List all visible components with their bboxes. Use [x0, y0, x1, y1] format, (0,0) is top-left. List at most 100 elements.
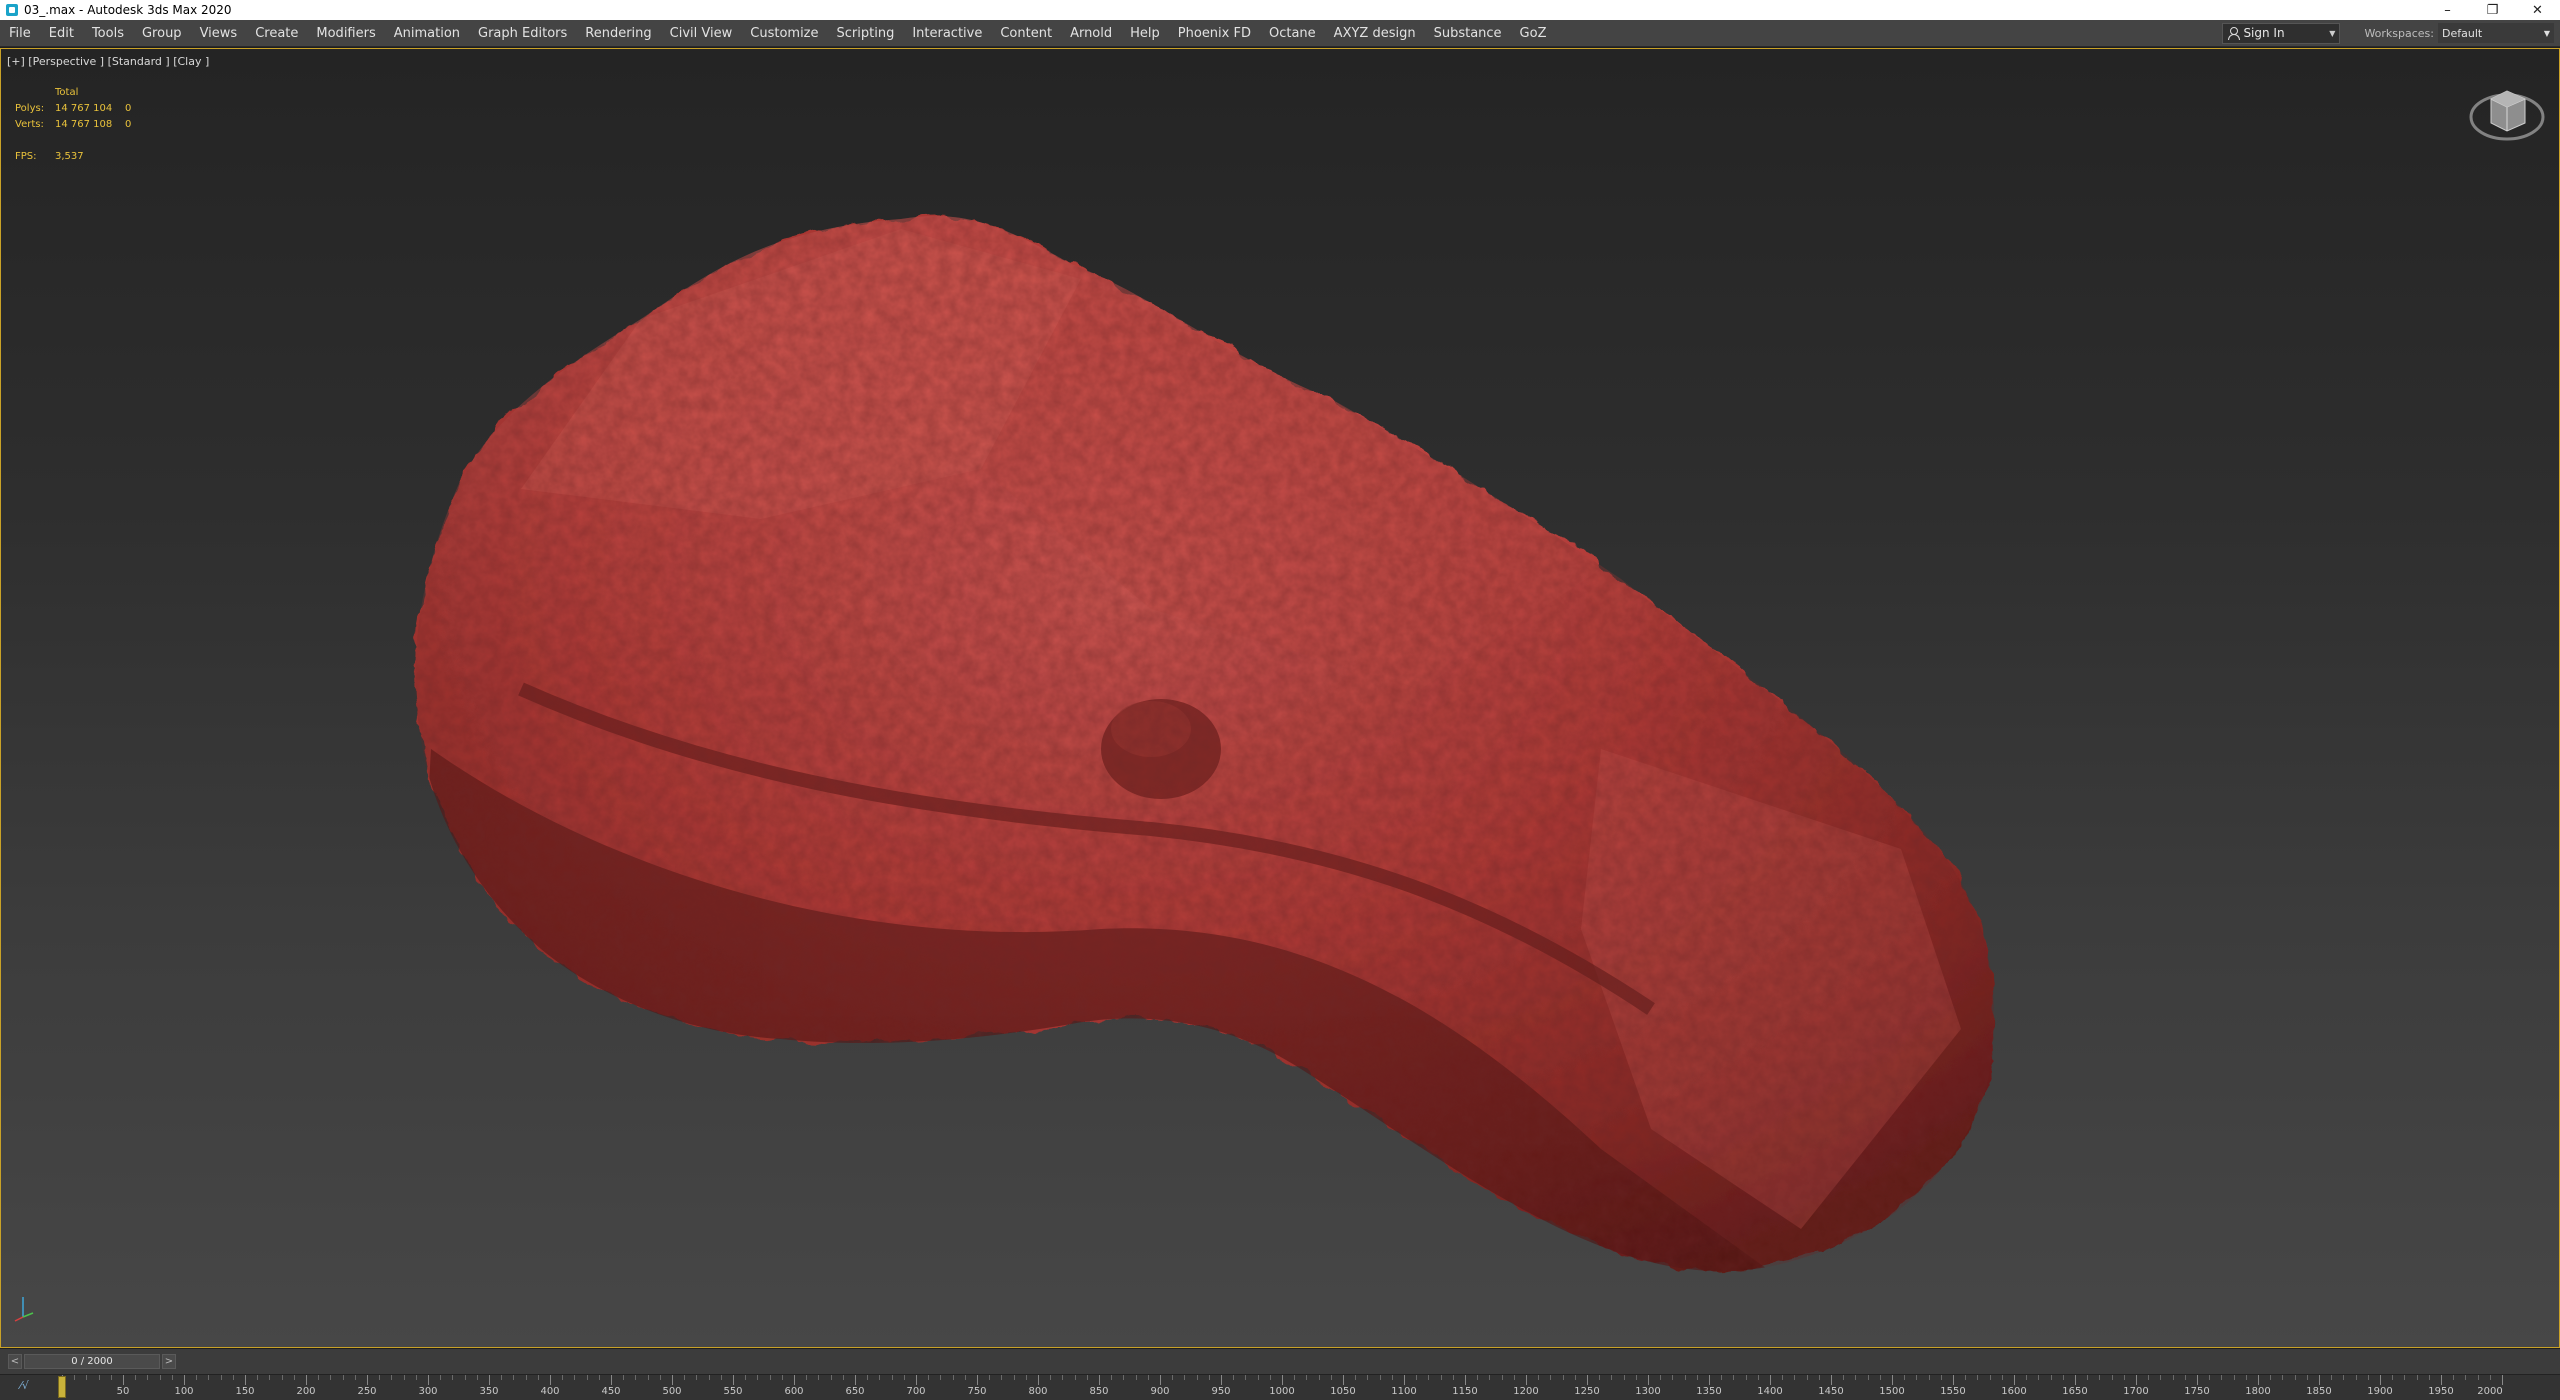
ruler-minor-tick	[526, 1375, 527, 1380]
ruler-minor-tick	[452, 1375, 453, 1380]
time-slider[interactable]: 0 / 2000	[24, 1354, 160, 1369]
ruler-label: 250	[357, 1386, 377, 1397]
window-title: 03_.max - Autodesk 3ds Max 2020	[24, 3, 232, 17]
ruler-minor-tick	[221, 1375, 222, 1380]
menu-customize[interactable]: Customize	[741, 20, 827, 47]
ruler-minor-tick	[2173, 1375, 2174, 1380]
ruler-minor-tick	[623, 1375, 624, 1380]
menu-scripting[interactable]: Scripting	[828, 20, 904, 47]
ruler-minor-tick	[2246, 1375, 2247, 1380]
ruler-minor-tick	[2099, 1375, 2100, 1380]
perspective-viewport[interactable]: [+] [Perspective ] [Standard ] [Clay ] T…	[0, 48, 2560, 1348]
ruler-label: 550	[723, 1386, 743, 1397]
minimize-button[interactable]: –	[2425, 0, 2470, 20]
menu-help[interactable]: Help	[1121, 20, 1169, 47]
menu-create[interactable]: Create	[246, 20, 307, 47]
ruler-minor-tick	[318, 1375, 319, 1380]
ruler-label: 1750	[2184, 1386, 2210, 1397]
ruler-minor-tick	[684, 1375, 685, 1380]
menu-interactive[interactable]: Interactive	[903, 20, 991, 47]
menu-file[interactable]: File	[0, 20, 40, 47]
ruler-minor-tick	[1575, 1375, 1576, 1380]
close-button[interactable]: ✕	[2515, 0, 2560, 20]
ruler-label: 600	[784, 1386, 804, 1397]
menu-axyz-design[interactable]: AXYZ design	[1325, 20, 1425, 47]
workspaces-value: Default	[2442, 26, 2483, 40]
key-filter-icon[interactable]: ⁄√	[20, 1379, 29, 1392]
ruler-major-tick	[550, 1375, 551, 1385]
ruler-minor-tick	[879, 1375, 880, 1380]
menu-goz[interactable]: GoZ	[1511, 20, 1556, 47]
menu-content[interactable]: Content	[991, 20, 1061, 47]
frame-ruler[interactable]: 50 100 150 200 250 300 350 400 450 500 550 600 650 70…	[62, 1375, 2503, 1400]
previous-frame-button[interactable]: <	[8, 1354, 22, 1369]
menu-group[interactable]: Group	[133, 20, 191, 47]
menu-substance[interactable]: Substance	[1425, 20, 1511, 47]
ruler-minor-tick	[2295, 1375, 2296, 1380]
ruler-major-tick	[123, 1375, 124, 1385]
menu-arnold[interactable]: Arnold	[1061, 20, 1121, 47]
ruler-minor-tick	[1782, 1375, 1783, 1380]
track-bar[interactable]: ⁄√ 50 100 150 200 250 300 350 400 450 500 550 600 65…	[0, 1374, 2560, 1400]
ruler-minor-tick	[2221, 1375, 2222, 1380]
ruler-minor-tick	[1819, 1375, 1820, 1380]
ruler-minor-tick	[1538, 1375, 1539, 1380]
restore-button[interactable]: ❐	[2470, 0, 2515, 20]
ruler-minor-tick	[147, 1375, 148, 1380]
ruler-label: 350	[479, 1386, 499, 1397]
ruler-minor-tick	[757, 1375, 758, 1380]
menu-views[interactable]: Views	[191, 20, 247, 47]
ruler-minor-tick	[111, 1375, 112, 1380]
ruler-major-tick	[916, 1375, 917, 1385]
ruler-minor-tick	[2270, 1375, 2271, 1380]
ruler-minor-tick	[1367, 1375, 1368, 1380]
sign-in-dropdown[interactable]: Sign In ▼	[2222, 22, 2341, 44]
ruler-minor-tick	[404, 1375, 405, 1380]
menu-civil-view[interactable]: Civil View	[661, 20, 742, 47]
ruler-label: 800	[1028, 1386, 1048, 1397]
ruler-minor-tick	[379, 1375, 380, 1380]
ruler-minor-tick	[501, 1375, 502, 1380]
ruler-minor-tick	[440, 1375, 441, 1380]
workspaces-select[interactable]: Default ▼	[2438, 23, 2554, 43]
sign-in-label: Sign In	[2243, 26, 2285, 40]
ruler-major-tick	[1221, 1375, 1222, 1385]
chevron-down-icon: ▼	[2329, 28, 2336, 38]
ruler-minor-tick	[2087, 1375, 2088, 1380]
menu-octane[interactable]: Octane	[1260, 20, 1325, 47]
menu-rendering[interactable]: Rendering	[576, 20, 660, 47]
menu-edit[interactable]: Edit	[40, 20, 83, 47]
ruler-major-tick	[672, 1375, 673, 1385]
ruler-minor-tick	[135, 1375, 136, 1380]
ruler-minor-tick	[477, 1375, 478, 1380]
ruler-minor-tick	[1746, 1375, 1747, 1380]
viewcube-icon[interactable]	[2467, 77, 2547, 147]
menu-phoenix-fd[interactable]: Phoenix FD	[1169, 20, 1260, 47]
menu-graph-editors[interactable]: Graph Editors	[469, 20, 576, 47]
ruler-minor-tick	[330, 1375, 331, 1380]
ruler-minor-tick	[818, 1375, 819, 1380]
ruler-label: 1600	[2001, 1386, 2027, 1397]
ruler-minor-tick	[1148, 1375, 1149, 1380]
ruler-minor-tick	[709, 1375, 710, 1380]
ruler-major-tick	[2319, 1375, 2320, 1385]
next-frame-button[interactable]: >	[162, 1354, 176, 1369]
rock-mesh-object[interactable]	[1, 49, 2559, 1347]
time-cursor-handle[interactable]	[58, 1376, 66, 1398]
ruler-minor-tick	[1477, 1375, 1478, 1380]
ruler-label: 700	[906, 1386, 926, 1397]
menu-tools[interactable]: Tools	[83, 20, 133, 47]
time-slider-bar: < 0 / 2000 >	[0, 1349, 2560, 1374]
ruler-major-tick	[306, 1375, 307, 1385]
menu-animation[interactable]: Animation	[385, 20, 469, 47]
ruler-minor-tick	[2282, 1375, 2283, 1380]
ruler-minor-tick	[1868, 1375, 1869, 1380]
ruler-minor-tick	[904, 1375, 905, 1380]
menu-modifiers[interactable]: Modifiers	[307, 20, 384, 47]
ruler-label: 1050	[1330, 1386, 1356, 1397]
ruler-minor-tick	[196, 1375, 197, 1380]
ruler-minor-tick	[1184, 1375, 1185, 1380]
ruler-major-tick	[2136, 1375, 2137, 1385]
ruler-minor-tick	[574, 1375, 575, 1380]
ruler-minor-tick	[1977, 1375, 1978, 1380]
